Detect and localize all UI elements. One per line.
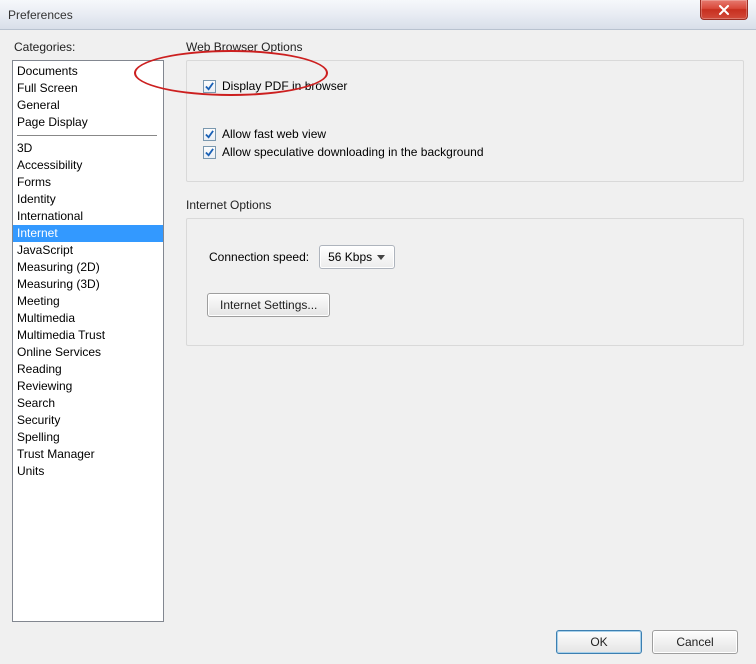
close-button[interactable]: [700, 0, 748, 20]
categories-list[interactable]: DocumentsFull ScreenGeneralPage Display 3…: [12, 60, 164, 622]
category-item[interactable]: Documents: [13, 63, 163, 80]
ok-button[interactable]: OK: [556, 630, 642, 654]
speculative-checkbox[interactable]: [203, 146, 216, 159]
category-item[interactable]: JavaScript: [13, 242, 163, 259]
dialog-buttons: OK Cancel: [556, 630, 738, 654]
category-item[interactable]: Page Display: [13, 114, 163, 131]
dropdown-arrow-icon: [372, 246, 390, 268]
category-item[interactable]: Identity: [13, 191, 163, 208]
category-separator: [17, 135, 157, 136]
titlebar: Preferences: [0, 0, 756, 30]
close-icon: [718, 5, 730, 15]
fast-web-label: Allow fast web view: [222, 127, 326, 141]
display-pdf-label: Display PDF in browser: [222, 79, 347, 93]
category-item[interactable]: Multimedia Trust: [13, 327, 163, 344]
category-item[interactable]: 3D: [13, 140, 163, 157]
category-item[interactable]: Security: [13, 412, 163, 429]
category-item[interactable]: Meeting: [13, 293, 163, 310]
category-item[interactable]: Spelling: [13, 429, 163, 446]
connection-speed-value: 56 Kbps: [328, 250, 372, 264]
fast-web-checkbox[interactable]: [203, 128, 216, 141]
category-item[interactable]: General: [13, 97, 163, 114]
internet-options-title: Internet Options: [186, 198, 744, 212]
categories-label: Categories:: [14, 40, 164, 54]
speculative-label: Allow speculative downloading in the bac…: [222, 145, 484, 159]
category-item[interactable]: Accessibility: [13, 157, 163, 174]
display-pdf-checkbox[interactable]: [203, 80, 216, 93]
category-item[interactable]: International: [13, 208, 163, 225]
check-icon: [205, 148, 214, 157]
window-title: Preferences: [8, 8, 73, 22]
category-item[interactable]: Forms: [13, 174, 163, 191]
category-item[interactable]: Full Screen: [13, 80, 163, 97]
category-item[interactable]: Reading: [13, 361, 163, 378]
categories-column: Categories: DocumentsFull ScreenGeneralP…: [12, 38, 164, 610]
settings-panel: Web Browser Options Display PDF in brows…: [164, 38, 744, 610]
category-item[interactable]: Search: [13, 395, 163, 412]
speculative-row[interactable]: Allow speculative downloading in the bac…: [203, 145, 727, 159]
internet-settings-button[interactable]: Internet Settings...: [207, 293, 330, 317]
connection-speed-select[interactable]: 56 Kbps: [319, 245, 395, 269]
category-item[interactable]: Online Services: [13, 344, 163, 361]
fast-web-row[interactable]: Allow fast web view: [203, 127, 727, 141]
category-item[interactable]: Units: [13, 463, 163, 480]
category-item[interactable]: Measuring (2D): [13, 259, 163, 276]
category-item[interactable]: Measuring (3D): [13, 276, 163, 293]
check-icon: [205, 82, 214, 91]
connection-speed-label: Connection speed:: [209, 250, 309, 264]
category-item[interactable]: Internet: [13, 225, 163, 242]
category-item[interactable]: Reviewing: [13, 378, 163, 395]
internet-options-group: Connection speed: 56 Kbps Internet Setti…: [186, 218, 744, 346]
category-item[interactable]: Trust Manager: [13, 446, 163, 463]
cancel-button[interactable]: Cancel: [652, 630, 738, 654]
web-browser-options-title: Web Browser Options: [186, 40, 744, 54]
display-pdf-row[interactable]: Display PDF in browser: [203, 79, 727, 93]
web-browser-options-group: Display PDF in browser Allow fast web vi…: [186, 60, 744, 182]
category-item[interactable]: Multimedia: [13, 310, 163, 327]
check-icon: [205, 130, 214, 139]
dialog-content: Categories: DocumentsFull ScreenGeneralP…: [0, 30, 756, 610]
